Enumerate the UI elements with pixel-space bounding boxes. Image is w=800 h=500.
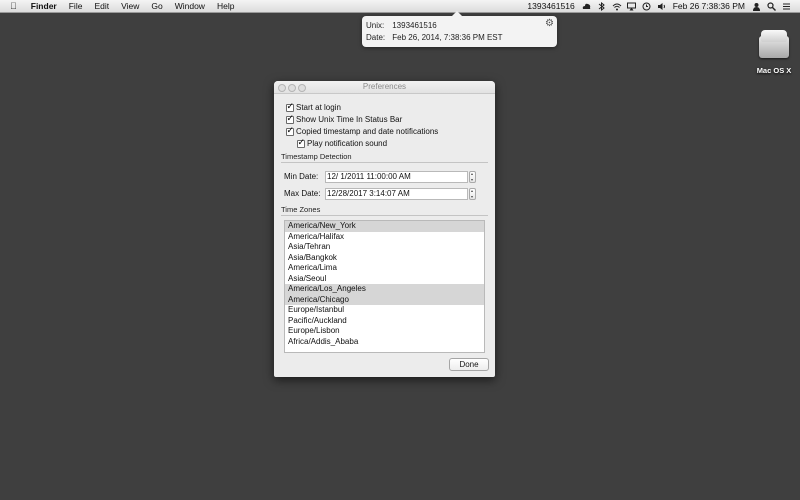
time-zone-row[interactable]: America/Chicago bbox=[285, 294, 484, 305]
start-at-login-checkbox[interactable]: Start at login bbox=[286, 101, 341, 112]
min-date-stepper[interactable] bbox=[469, 171, 476, 183]
window-title: Preferences bbox=[362, 82, 407, 91]
popover-unix-row: Unix: 1393461516 bbox=[366, 21, 437, 30]
menu-bar:  Finder File Edit View Go Window Help 1… bbox=[0, 0, 800, 13]
max-date-label: Max Date: bbox=[284, 189, 321, 198]
unix-time-status-item[interactable]: 1393461516 bbox=[523, 0, 578, 12]
menu-edit[interactable]: Edit bbox=[88, 0, 115, 12]
apple-icon[interactable]:  bbox=[0, 1, 25, 11]
gear-icon[interactable]: ⚙ bbox=[545, 18, 554, 29]
desktop-disk-icon[interactable]: Mac OS X bbox=[752, 26, 796, 75]
cloud-icon[interactable] bbox=[582, 2, 591, 11]
popover-unix-value: 1393461516 bbox=[392, 21, 437, 30]
close-button[interactable] bbox=[278, 83, 286, 92]
menu-finder[interactable]: Finder bbox=[25, 0, 63, 12]
menu-view[interactable]: View bbox=[115, 0, 145, 12]
play-sound-checkbox[interactable]: Play notification sound bbox=[297, 137, 388, 148]
popover-date-label: Date: bbox=[366, 33, 386, 42]
bluetooth-icon[interactable] bbox=[597, 1, 606, 11]
menu-go[interactable]: Go bbox=[145, 0, 168, 12]
list-icon[interactable] bbox=[782, 2, 791, 11]
checkbox-checked[interactable] bbox=[286, 125, 294, 136]
menu-window[interactable]: Window bbox=[169, 0, 211, 12]
time-machine-icon[interactable] bbox=[642, 2, 651, 11]
checkbox-checked[interactable] bbox=[286, 113, 294, 124]
time-zone-row[interactable]: America/Halifax bbox=[285, 232, 484, 243]
play-sound-label: Play notification sound bbox=[307, 139, 388, 148]
menu-file[interactable]: File bbox=[63, 0, 89, 12]
time-zone-row[interactable]: Pacific/Auckland bbox=[285, 316, 484, 327]
time-zone-row[interactable]: Europe/Lisbon bbox=[285, 326, 484, 337]
start-at-login-label: Start at login bbox=[296, 103, 341, 112]
volume-icon[interactable] bbox=[657, 2, 666, 11]
copied-notifications-checkbox[interactable]: Copied timestamp and date notifications bbox=[286, 125, 439, 136]
popover-unix-label: Unix: bbox=[366, 21, 385, 30]
minimize-button[interactable] bbox=[288, 83, 296, 92]
checkbox-checked[interactable] bbox=[297, 137, 305, 148]
timestamp-detection-heading: Timestamp Detection bbox=[281, 152, 352, 161]
time-zone-row[interactable]: Africa/Addis_Ababa bbox=[285, 337, 484, 348]
min-date-field[interactable]: 12/ 1/2011 11:00:00 AM bbox=[325, 171, 468, 183]
time-zones-heading: Time Zones bbox=[281, 205, 321, 214]
section-divider bbox=[281, 215, 488, 216]
wifi-icon[interactable] bbox=[612, 2, 622, 11]
user-icon[interactable] bbox=[752, 2, 761, 11]
time-zone-row[interactable]: America/New_York bbox=[285, 221, 484, 232]
popover-date-row: Date: Feb 26, 2014, 7:38:36 PM EST bbox=[366, 33, 503, 42]
max-date-field[interactable]: 12/28/2017 3:14:07 AM bbox=[325, 188, 468, 200]
section-divider bbox=[281, 162, 488, 163]
max-date-stepper[interactable] bbox=[469, 188, 476, 200]
checkbox-checked[interactable] bbox=[286, 101, 294, 112]
zoom-button[interactable] bbox=[298, 83, 306, 92]
menu-help[interactable]: Help bbox=[211, 0, 240, 12]
show-unix-time-label: Show Unix Time In Status Bar bbox=[296, 115, 403, 124]
window-titlebar[interactable]: Preferences bbox=[274, 81, 495, 94]
time-zone-row[interactable]: Europe/Istanbul bbox=[285, 305, 484, 316]
min-date-label: Min Date: bbox=[284, 172, 319, 181]
copied-notifications-label: Copied timestamp and date notifications bbox=[296, 127, 439, 136]
done-button[interactable]: Done bbox=[449, 358, 489, 371]
popover-date-value: Feb 26, 2014, 7:38:36 PM EST bbox=[392, 33, 503, 42]
hard-drive-icon[interactable] bbox=[757, 26, 791, 62]
disk-label: Mac OS X bbox=[756, 66, 792, 75]
time-zones-list[interactable]: America/New_York America/Halifax Asia/Tehr… bbox=[284, 220, 485, 353]
time-zone-row[interactable]: Asia/Seoul bbox=[285, 274, 484, 285]
time-zone-row[interactable]: America/Los_Angeles bbox=[285, 284, 484, 295]
preferences-window: Preferences Start at login Show Unix Tim… bbox=[274, 81, 495, 377]
unix-time-popover: Unix: 1393461516 Date: Feb 26, 2014, 7:3… bbox=[362, 11, 557, 47]
airplay-icon[interactable] bbox=[626, 2, 636, 11]
search-icon[interactable] bbox=[767, 1, 776, 11]
show-unix-time-checkbox[interactable]: Show Unix Time In Status Bar bbox=[286, 113, 403, 124]
time-zone-row[interactable]: Asia/Tehran bbox=[285, 242, 484, 253]
time-zone-row[interactable]: Asia/Bangkok bbox=[285, 253, 484, 264]
time-zone-row[interactable]: America/Lima bbox=[285, 263, 484, 274]
clock-status-item[interactable]: Feb 26 7:38:36 PM bbox=[669, 0, 749, 12]
